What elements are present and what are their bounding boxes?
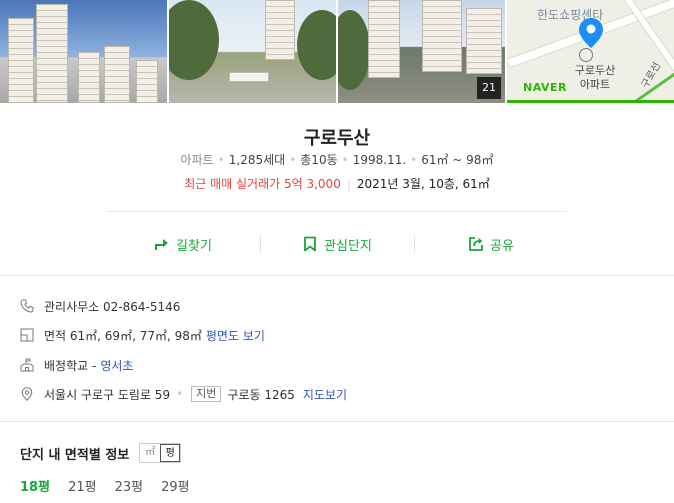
complex-photo-2[interactable] — [169, 0, 336, 103]
household-count: 1,285세대 — [228, 153, 286, 167]
floorplan-link[interactable]: 평면도 보기 — [206, 327, 265, 344]
directions-icon — [155, 239, 169, 250]
area-tab-23[interactable]: 23평 — [115, 476, 144, 495]
map-apartment-label: 구로두산 아파트 — [574, 64, 616, 91]
share-button[interactable]: 공유 — [414, 229, 568, 259]
address-row: 서울시 구로구 도림로 59 • 지번 구로동 1265 지도보기 — [20, 385, 347, 403]
action-bar: 길찾기 관심단지 공유 — [0, 229, 674, 259]
area-info-title: 단지 내 면적별 정보 — [20, 447, 130, 463]
location-icon — [21, 387, 33, 401]
building-type: 아파트 — [180, 153, 214, 167]
area-tab-18[interactable]: 18평 — [20, 476, 50, 495]
share-label: 공유 — [490, 238, 514, 254]
favorite-complex-button[interactable]: 관심단지 — [260, 229, 414, 259]
area-tab-21[interactable]: 21평 — [68, 476, 97, 495]
complex-photo-3[interactable]: 21 — [338, 0, 505, 103]
photo-strip: 21 한도쇼핑센타 구로두산 아파트 구로선 NAVER — [0, 0, 674, 103]
lot-address: 구로동 1265 — [227, 387, 295, 402]
directions-label: 길찾기 — [176, 238, 212, 254]
school-link[interactable]: 영서초 — [100, 357, 133, 374]
location-map-thumbnail[interactable]: 한도쇼핑센타 구로두산 아파트 구로선 NAVER — [507, 0, 674, 103]
apartment-marker-icon — [579, 48, 593, 62]
area-tab-29[interactable]: 29평 — [161, 476, 190, 495]
directions-button[interactable]: 길찾기 — [106, 229, 260, 259]
share-icon — [469, 237, 483, 251]
area-info-heading: 단지 내 면적별 정보 ㎡ 평 — [20, 443, 182, 463]
bookmark-icon — [304, 236, 316, 252]
school-prefix: 배정학교 - — [44, 358, 97, 373]
area-list: 면적 61㎡, 69㎡, 77㎡, 98㎡ — [44, 328, 202, 343]
naver-logo: NAVER — [523, 81, 567, 94]
location-pin-icon — [579, 18, 603, 48]
recent-trade-detail: 2021년 3월, 10층, 61㎡ — [356, 177, 490, 191]
area-range: 61㎡ ~ 98㎡ — [421, 153, 494, 167]
map-view-link[interactable]: 지도보기 — [303, 386, 347, 403]
complex-photo-1[interactable] — [0, 0, 167, 103]
recent-trade: 최근 매매 실거래가 5억 3,000 | 2021년 3월, 10층, 61㎡ — [184, 177, 490, 191]
school-icon — [20, 358, 34, 372]
phone-icon — [20, 299, 34, 313]
floorplan-icon — [20, 328, 34, 342]
complex-title: 구로두산 — [303, 128, 371, 149]
complex-info-list: 관리사무소 02-864-5146 면적 61㎡, 69㎡, 77㎡, 98㎡ … — [0, 276, 674, 422]
unit-sqm-button[interactable]: ㎡ — [140, 444, 160, 462]
building-count: 총10동 — [300, 153, 338, 167]
unit-pyeong-button[interactable]: 평 — [160, 444, 181, 462]
complex-meta: 아파트 • 1,285세대 • 총10동 • 1998.11. • 61㎡ ~ 98㎡ — [180, 153, 494, 167]
management-office-phone: 관리사무소 02-864-5146 — [44, 299, 181, 314]
favorite-label: 관심단지 — [324, 238, 372, 254]
approval-date: 1998.11. — [352, 153, 407, 167]
area-tabs: 18평 21평 23평 29평 — [20, 476, 190, 495]
complex-summary: 구로두산 아파트 • 1,285세대 • 총10동 • 1998.11. • 61㎡ ~ 98㎡… — [0, 103, 674, 276]
school-row: 배정학교 - 영서초 — [20, 356, 133, 374]
area-row: 면적 61㎡, 69㎡, 77㎡, 98㎡ 평면도 보기 — [20, 326, 265, 344]
photo-count-badge: 21 — [477, 77, 501, 99]
recent-trade-price: 최근 매매 실거래가 5억 3,000 — [184, 177, 341, 191]
lot-number-tag: 지번 — [191, 386, 222, 402]
phone-row: 관리사무소 02-864-5146 — [20, 297, 180, 315]
divider — [107, 211, 567, 212]
unit-toggle: ㎡ 평 — [139, 443, 182, 463]
road-address: 서울시 구로구 도림로 59 — [44, 387, 171, 402]
